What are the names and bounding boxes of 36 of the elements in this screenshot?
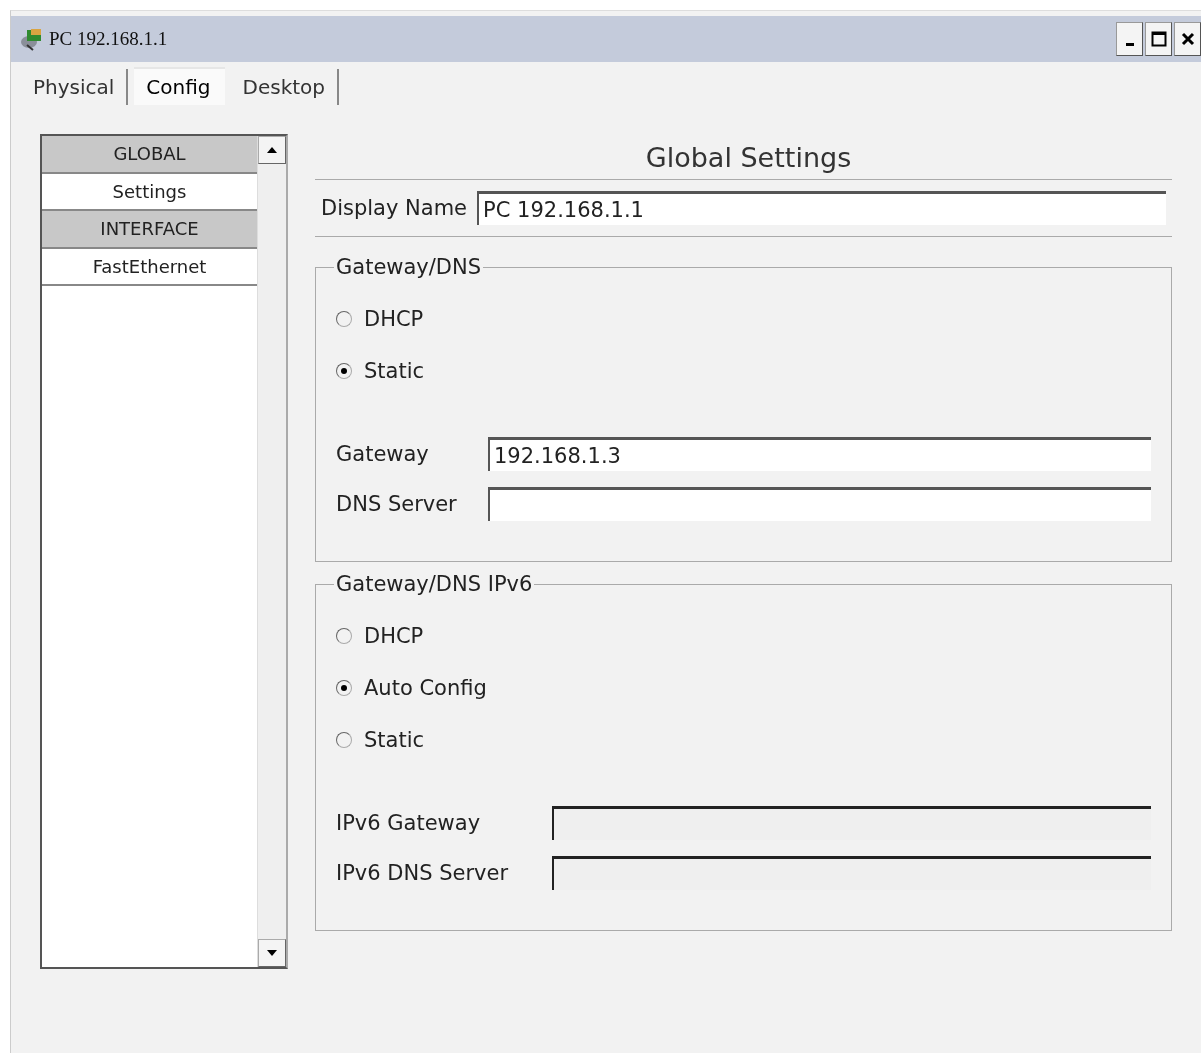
close-icon [1180, 32, 1195, 46]
group-title: Gateway/DNS [335, 255, 483, 279]
scroll-down-button[interactable] [258, 939, 286, 967]
scrollbar[interactable] [257, 136, 286, 967]
radio-label: DHCP [364, 307, 424, 331]
minimize-icon [1125, 42, 1134, 46]
minimize-button[interactable] [1116, 22, 1143, 56]
input-field[interactable]: 192.168.1.3 [488, 437, 1151, 471]
group-title: Gateway/DNS IPv6 [335, 572, 534, 596]
radio-button[interactable] [336, 732, 352, 748]
radio-button[interactable] [336, 680, 352, 696]
radio-button[interactable] [336, 363, 352, 379]
field-label: IPv6 DNS Server [336, 861, 510, 885]
radio-label: Static [364, 359, 425, 383]
up-arrow-icon [267, 147, 277, 153]
input-field[interactable] [488, 487, 1151, 521]
window-title: PC 192.168.1.1 [49, 28, 168, 50]
sidebar-header: INTERFACE [42, 211, 257, 249]
field-label: Gateway [336, 442, 430, 466]
scroll-up-button[interactable] [258, 136, 286, 164]
maximize-icon [1150, 31, 1167, 47]
close-button[interactable] [1174, 22, 1201, 56]
maximize-button[interactable] [1145, 22, 1172, 56]
radio-label: DHCP [364, 624, 424, 648]
radio-button[interactable] [336, 628, 352, 644]
radio-button[interactable] [336, 311, 352, 327]
tab[interactable]: Config [134, 69, 225, 105]
field-label: DNS Server [336, 492, 458, 516]
down-arrow-icon [267, 950, 277, 956]
radio-label: Static [364, 728, 425, 752]
display-name-field[interactable]: PC 192.168.1.1 [477, 191, 1166, 225]
radio-label: Auto Config [364, 676, 487, 700]
field-label: IPv6 Gateway [336, 811, 482, 835]
field-label: Display Name [321, 196, 468, 220]
panel-title: Global Settings [315, 134, 1172, 180]
sidebar-header: GLOBAL [42, 136, 257, 174]
